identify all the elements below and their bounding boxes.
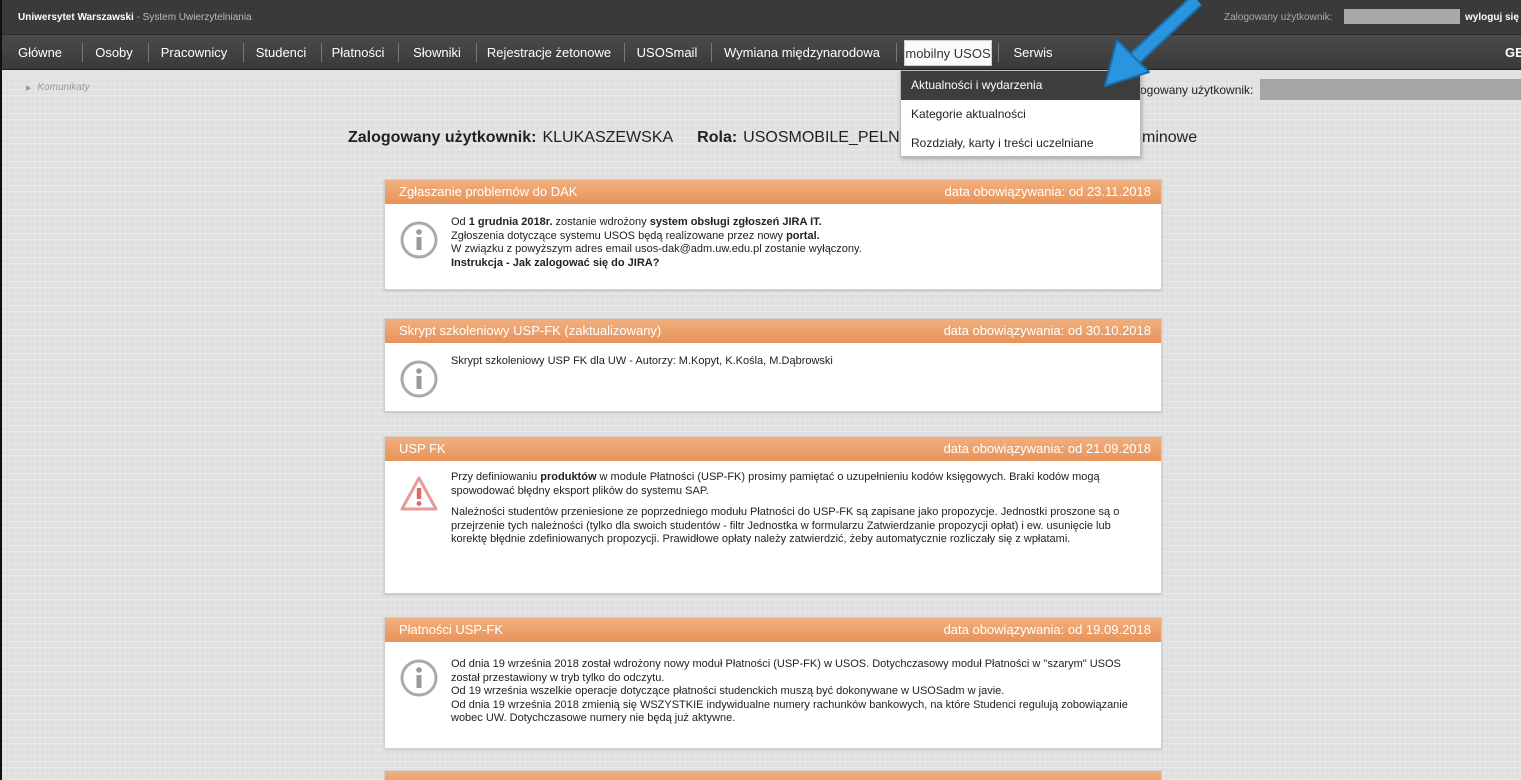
- card-paragraph: Przy definiowaniu produktów w module Pła…: [451, 471, 1147, 498]
- announcement-card-partial: [384, 770, 1162, 780]
- nav-separator: [998, 43, 999, 62]
- heading-user-label: Zalogowany użytkownik:: [348, 129, 537, 146]
- nav-item-usosmail[interactable]: USOSmail: [632, 35, 702, 70]
- card-text-bold: Instrukcja - Jak zalogować się do JIRA?: [451, 256, 660, 269]
- logged-user-label: Zalogowany użytkownik:: [1224, 12, 1333, 23]
- logout-link[interactable]: wyloguj się: [1465, 12, 1519, 23]
- card-title: Płatności USP-FK: [399, 622, 504, 637]
- card-body: Od dnia 19 września 2018 został wdrożony…: [451, 658, 1147, 726]
- heading-tail: minowe: [1142, 129, 1198, 146]
- heading-role-label: Rola:: [697, 129, 738, 146]
- card-date: data obowiązywania: od 30.10.2018: [943, 323, 1151, 338]
- warning-icon: [400, 476, 438, 511]
- card-header: Zgłaszanie problemów do DAK data obowiązy…: [385, 180, 1161, 204]
- card-date: data obowiązywania: od 23.11.2018: [944, 184, 1151, 199]
- card-body: Od 1 grudnia 2018r. zostanie wdrożony sy…: [451, 216, 1147, 270]
- nav-separator: [82, 43, 83, 62]
- card-date: data obowiązywania: od 19.09.2018: [943, 622, 1151, 637]
- nav-item-rejestracje[interactable]: Rejestracje żetonowe: [482, 35, 616, 70]
- nav-separator: [148, 43, 149, 62]
- info-icon: [400, 221, 438, 259]
- nav-separator: [624, 43, 625, 62]
- card-date: data obowiązywania: od 21.09.2018: [943, 441, 1151, 456]
- card-link-skrypt[interactable]: Skrypt szkoleniowy USP FK dla UW - Autor…: [451, 355, 1147, 369]
- card-body: Przy definiowaniu produktów w module Pła…: [451, 471, 1147, 547]
- nav-item-serwis[interactable]: Serwis: [1006, 35, 1060, 70]
- nav-item-slowniki[interactable]: Słowniki: [404, 35, 470, 70]
- card-line: Zgłoszenia dotyczące systemu USOS będą r…: [451, 230, 1147, 244]
- breadcrumb: ▶ Komunikaty: [26, 82, 90, 93]
- page-heading: Zalogowany użytkownik: KLUKASZEWSKA Rola: U…: [348, 129, 934, 147]
- card-text: Zgłoszenia dotyczące systemu USOS będą r…: [451, 229, 787, 242]
- card-link-portal[interactable]: portal.: [786, 230, 820, 242]
- card-paragraph: Należności studentów przeniesione ze pop…: [451, 506, 1120, 545]
- breadcrumb-arrow-icon: ▶: [26, 85, 32, 92]
- card-link-instrukcja[interactable]: Instrukcja - Jak zalogować się do JIRA?: [451, 257, 1147, 271]
- institution-name: Uniwersytet Warszawski: [18, 12, 134, 23]
- announcement-card: USP FK data obowiązywania: od 21.09.2018 …: [384, 436, 1162, 594]
- menu-item-rozdzialy[interactable]: Rozdziały, karty i treści uczelniane: [901, 129, 1140, 158]
- nav-item-mobilny-usos[interactable]: mobilny USOS: [904, 40, 992, 66]
- nav-item-glowne[interactable]: Główne: [10, 35, 70, 70]
- nav-item-studenci[interactable]: Studenci: [250, 35, 312, 70]
- heading-role-value: USOSMOBILE_PELNA: [743, 129, 911, 146]
- nav-item-wymiana[interactable]: Wymiana międzynarodowa: [714, 35, 890, 70]
- announcement-card: Płatności USP-FK data obowiązywania: od 1…: [384, 617, 1162, 749]
- nav-separator: [896, 43, 897, 62]
- card-line: Od 1 grudnia 2018r. zostanie wdrożony sy…: [451, 216, 1147, 230]
- card-line: Od dnia 19 września 2018 został wdrożony…: [451, 658, 1121, 684]
- nav-right-label[interactable]: GE: [1505, 35, 1521, 70]
- card-link-jira[interactable]: system obsługi zgłoszeń JIRA IT.: [650, 216, 822, 228]
- nav-item-osoby[interactable]: Osoby: [90, 35, 138, 70]
- system-title: Uniwersytet Warszawski - System Uwierzyt…: [18, 12, 252, 23]
- top-bar: Uniwersytet Warszawski - System Uwierzyt…: [2, 0, 1521, 35]
- card-body: Skrypt szkoleniowy USP FK dla UW - Autor…: [451, 355, 1147, 369]
- card-title: Zgłaszanie problemów do DAK: [399, 184, 578, 199]
- annotation-arrow-icon: [1104, 0, 1203, 87]
- card-line: Od dnia 19 września 2018 zmienią się WSZ…: [451, 698, 1128, 725]
- card-title: Skrypt szkoleniowy USP-FK (zaktualizowan…: [399, 323, 662, 338]
- card-header: Skrypt szkoleniowy USP-FK (zaktualizowan…: [385, 319, 1161, 343]
- nav-item-pracownicy[interactable]: Pracownicy: [154, 35, 234, 70]
- card-text: Od: [451, 216, 469, 228]
- menu-item-kategorie[interactable]: Kategorie aktualności: [901, 100, 1140, 129]
- nav-item-platnosci[interactable]: Płatności: [322, 35, 394, 70]
- announcement-card: Zgłaszanie problemów do DAK data obowiązy…: [384, 179, 1162, 290]
- nav-separator: [476, 43, 477, 62]
- card-text-bold: produktów: [540, 471, 597, 483]
- card-line: Od 19 września wszelkie operacje dotyczą…: [451, 685, 1005, 697]
- card-text: zostanie wdrożony: [552, 216, 650, 228]
- right-user-redacted: [1260, 79, 1521, 100]
- nav-separator: [398, 43, 399, 62]
- card-text: Przy definiowaniu: [451, 471, 541, 483]
- announcement-card: Skrypt szkoleniowy USP-FK (zaktualizowan…: [384, 318, 1162, 412]
- logged-user-redacted: [1344, 9, 1460, 24]
- card-header: USP FK data obowiązywania: od 21.09.2018: [385, 437, 1161, 461]
- info-icon: [400, 360, 438, 398]
- card-header: Płatności USP-FK data obowiązywania: od 1…: [385, 618, 1161, 642]
- card-text-bold: 1 grudnia 2018r.: [468, 216, 553, 228]
- heading-user-value: KLUKASZEWSKA: [542, 129, 674, 146]
- card-line: W związku z powyższym adres email usos-d…: [451, 243, 862, 255]
- card-title: USP FK: [399, 441, 446, 456]
- breadcrumb-komunikaty[interactable]: Komunikaty: [37, 82, 89, 93]
- browser-window: Uniwersytet Warszawski - System Uwierzyt…: [0, 0, 1521, 780]
- info-icon: [400, 659, 438, 697]
- nav-separator: [243, 43, 244, 62]
- nav-separator: [711, 43, 712, 62]
- system-name: - System Uwierzytelniania: [133, 12, 252, 23]
- main-nav: Główne Osoby Pracownicy Studenci Płatnoś…: [2, 35, 1521, 70]
